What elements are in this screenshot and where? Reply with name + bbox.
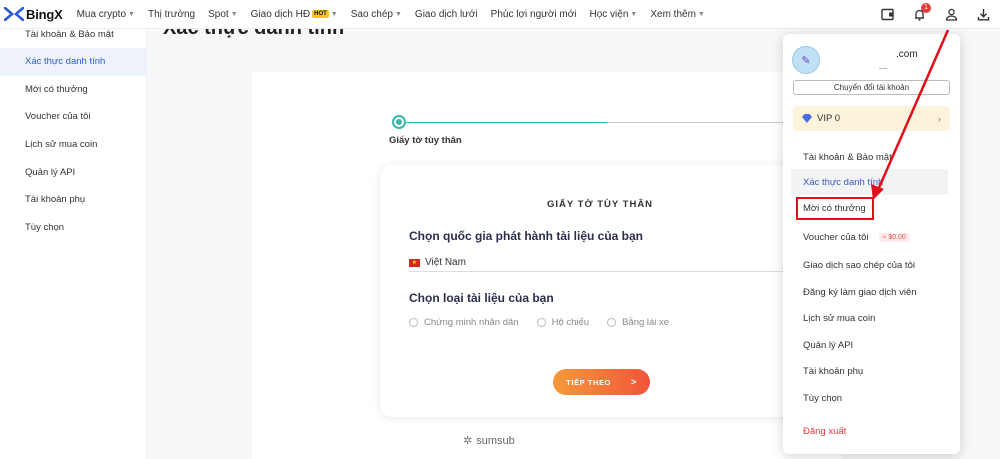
download-icon[interactable] <box>976 8 990 22</box>
sidebar-item-api[interactable]: Quản lý API <box>0 158 146 186</box>
avatar: ✎ <box>792 46 820 74</box>
brand-name: BingX <box>26 6 63 22</box>
nav-item-giao-dich-hd[interactable]: Giao dịch HĐ HOT ▼ <box>251 9 338 20</box>
menu-item-api[interactable]: Quản lý API <box>783 332 960 358</box>
radio-circle-icon <box>536 318 546 327</box>
identity-document-form: GIẤY TỜ TÙY THÂN Chọn quốc gia phát hành… <box>380 165 850 417</box>
diamond-icon <box>802 114 812 123</box>
nav-item-mua-crypto[interactable]: Mua crypto ▼ <box>77 9 135 20</box>
step-indicator <box>392 115 406 129</box>
country-value: Việt Nam <box>425 257 466 268</box>
sidebar-item-identity-verification[interactable]: Xác thực danh tính <box>0 48 146 76</box>
verification-card: Giấy tờ tùy thân GIẤY TỜ TÙY THÂN Chọn q… <box>252 72 850 459</box>
sidebar: Tài khoản & Bảo mật Xác thực danh tính M… <box>0 29 147 459</box>
stepper-progress <box>402 122 607 123</box>
menu-item-identity-verification[interactable]: Xác thực danh tính <box>791 169 948 195</box>
bingx-logo[interactable]: BingX <box>4 7 63 22</box>
radio-driver-license[interactable]: Bằng lái xe <box>607 317 669 328</box>
caret-down-icon: ▼ <box>230 10 238 18</box>
radio-circle-icon <box>607 318 617 327</box>
nav-item-giao-dich-luoi[interactable]: Giao dịch lưới <box>415 9 478 20</box>
notification-badge: 1 <box>921 2 931 13</box>
country-question: Chọn quốc gia phát hành tài liệu của bạn <box>409 229 644 243</box>
radio-id-card[interactable]: Chứng minh nhân dân <box>409 317 519 328</box>
menu-item-become-trader[interactable]: Đăng ký làm giao dịch viên <box>783 279 960 305</box>
menu-item-preferences[interactable]: Tùy chọn <box>783 385 960 411</box>
account-email: .com <box>896 49 918 60</box>
menu-item-logout[interactable]: Đăng xuất <box>783 418 960 444</box>
sumsub-logo: ✲ sumsub <box>463 434 515 448</box>
page-title: Xác thực danh tính <box>163 29 344 40</box>
sidebar-item-preferences[interactable]: Tùy chọn <box>0 214 146 242</box>
vietnam-flag-icon: ★ <box>409 258 420 267</box>
nav-item-thi-truong[interactable]: Thị trường <box>148 9 195 20</box>
menu-item-account-security[interactable]: Tài khoản & Bảo mật <box>783 144 960 170</box>
caret-down-icon: ▼ <box>394 10 402 18</box>
menu-item-voucher[interactable]: Voucher của tôi ≈ $0.00 <box>783 224 960 250</box>
wallet-icon[interactable] <box>880 8 894 22</box>
menu-item-buy-history[interactable]: Lịch sử mua coin <box>783 305 960 331</box>
sidebar-item-buy-history[interactable]: Lịch sử mua coin <box>0 131 146 159</box>
user-icon[interactable] <box>944 8 958 22</box>
caret-down-icon: ▼ <box>630 10 638 18</box>
caret-down-icon: ▼ <box>697 10 705 18</box>
voucher-balance-badge: ≈ $0.00 <box>878 232 910 242</box>
caret-down-icon: ▼ <box>128 10 135 18</box>
bell-icon[interactable]: 1 <box>912 2 931 22</box>
next-button[interactable]: TIẾP THEO > <box>553 369 650 395</box>
nav-item-spot[interactable]: Spot ▼ <box>208 9 238 20</box>
sumsub-icon: ✲ <box>463 435 473 447</box>
menu-item-sub-account[interactable]: Tài khoản phụ <box>783 358 960 384</box>
sidebar-item-account-security[interactable]: Tài khoản & Bảo mật <box>0 29 146 48</box>
document-type-options: Chứng minh nhân dân Hộ chiếu Bằng lái xe <box>409 317 687 328</box>
nav-right-icons: 1 <box>862 0 990 29</box>
hot-badge: HOT <box>312 10 329 18</box>
chevron-right-icon: › <box>938 113 941 124</box>
uid-placeholder <box>879 68 887 69</box>
annotation-highlight-box <box>796 197 874 220</box>
sidebar-item-sub-account[interactable]: Tài khoản phụ <box>0 186 146 214</box>
vip-level[interactable]: VIP 0 › <box>793 106 950 131</box>
sidebar-item-referral[interactable]: Mời có thưởng <box>0 76 146 104</box>
chevron-right-icon: > <box>631 377 637 387</box>
menu-item-copy-trading[interactable]: Giao dịch sao chép của tôi <box>783 252 960 278</box>
radio-circle-icon <box>409 318 418 327</box>
document-type-question: Chọn loại tài liệu của bạn <box>409 291 554 305</box>
nav-item-hoc-vien[interactable]: Học viện ▼ <box>590 9 638 20</box>
nav-item-sao-chep[interactable]: Sao chép ▼ <box>351 9 402 20</box>
nav-item-phuc-loi[interactable]: Phúc lợi người mới <box>491 9 577 20</box>
account-dropdown: ✎ .com Chuyển đổi tài khoản VIP 0 › Tài … <box>783 34 960 454</box>
radio-passport[interactable]: Hộ chiếu <box>536 317 589 328</box>
caret-down-icon: ▼ <box>330 10 338 18</box>
form-title: GIẤY TỜ TÙY THÂN <box>546 199 654 210</box>
nav-item-xem-them[interactable]: Xem thêm ▼ <box>650 9 705 20</box>
sidebar-item-voucher[interactable]: Voucher của tôi <box>0 103 146 131</box>
switch-account-button[interactable]: Chuyển đổi tài khoản <box>793 80 950 95</box>
step-label: Giấy tờ tùy thân <box>389 135 462 146</box>
bingx-logo-icon <box>4 7 24 21</box>
top-navigation: BingX Mua crypto ▼ Thị trường Spot ▼ Giao … <box>0 0 1000 29</box>
